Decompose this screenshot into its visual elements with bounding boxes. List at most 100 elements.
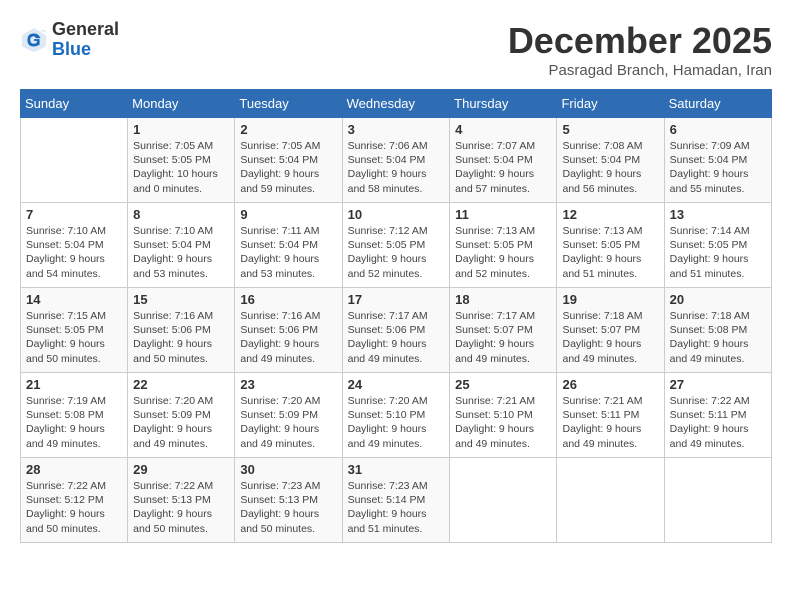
- calendar-cell: 4Sunrise: 7:07 AM Sunset: 5:04 PM Daylig…: [450, 118, 557, 203]
- day-header-sunday: Sunday: [21, 90, 128, 118]
- calendar-cell: [557, 458, 664, 543]
- calendar-cell: 2 Sunrise: 7:05 AM Sunset: 5:04 PM Daylig…: [235, 118, 342, 203]
- day-info: Sunrise: 7:16 AM Sunset: 5:06 PM Dayligh…: [133, 309, 229, 366]
- day-info: Sunrise: 7:20 AM Sunset: 5:10 PM Dayligh…: [348, 394, 445, 451]
- day-info: Sunrise: 7:19 AM Sunset: 5:08 PM Dayligh…: [26, 394, 122, 451]
- day-number: 27: [670, 377, 766, 392]
- page-header: General Blue December 2025 Pasragad Bran…: [20, 20, 772, 79]
- calendar-cell: 26 Sunrise: 7:21 AM Sunset: 5:11 PM Dayli…: [557, 373, 664, 458]
- day-number: 22: [133, 377, 229, 392]
- week-row-3: 14 Sunrise: 7:15 AM Sunset: 5:05 PM Dayli…: [21, 288, 772, 373]
- day-info: Sunrise: 7:10 AM Sunset: 5:04 PM Dayligh…: [26, 224, 122, 281]
- day-info: Sunrise: 7:22 AM Sunset: 5:11 PM Dayligh…: [670, 394, 766, 451]
- day-header-saturday: Saturday: [664, 90, 771, 118]
- calendar-cell: 9 Sunrise: 7:11 AM Sunset: 5:04 PM Daylig…: [235, 203, 342, 288]
- day-info: Sunrise: 7:05 AM Sunset: 5:04 PM Dayligh…: [240, 139, 336, 196]
- day-number: 2: [240, 122, 336, 137]
- day-header-thursday: Thursday: [450, 90, 557, 118]
- day-info: Sunrise: 7:17 AM Sunset: 5:07 PM Dayligh…: [455, 309, 551, 366]
- day-number: 7: [26, 207, 122, 222]
- calendar-cell: 1 Sunrise: 7:05 AM Sunset: 5:05 PM Daylig…: [128, 118, 235, 203]
- week-row-5: 28 Sunrise: 7:22 AM Sunset: 5:12 PM Dayli…: [21, 458, 772, 543]
- day-number: 25: [455, 377, 551, 392]
- day-info: Sunrise: 7:22 AM Sunset: 5:13 PM Dayligh…: [133, 479, 229, 536]
- calendar-cell: 18Sunrise: 7:17 AM Sunset: 5:07 PM Dayli…: [450, 288, 557, 373]
- day-number: 12: [562, 207, 658, 222]
- calendar-cell: 16Sunrise: 7:16 AM Sunset: 5:06 PM Dayli…: [235, 288, 342, 373]
- calendar-cell: 6 Sunrise: 7:09 AM Sunset: 5:04 PM Daylig…: [664, 118, 771, 203]
- day-info: Sunrise: 7:20 AM Sunset: 5:09 PM Dayligh…: [240, 394, 336, 451]
- day-info: Sunrise: 7:22 AM Sunset: 5:12 PM Dayligh…: [26, 479, 122, 536]
- day-info: Sunrise: 7:13 AM Sunset: 5:05 PM Dayligh…: [455, 224, 551, 281]
- day-number: 28: [26, 462, 122, 477]
- calendar-cell: 31Sunrise: 7:23 AM Sunset: 5:14 PM Dayli…: [342, 458, 450, 543]
- location-text: Pasragad Branch, Hamadan, Iran: [508, 62, 772, 79]
- calendar-cell: [450, 458, 557, 543]
- day-number: 14: [26, 292, 122, 307]
- day-info: Sunrise: 7:09 AM Sunset: 5:04 PM Dayligh…: [670, 139, 766, 196]
- week-row-1: 1 Sunrise: 7:05 AM Sunset: 5:05 PM Daylig…: [21, 118, 772, 203]
- calendar-cell: 21 Sunrise: 7:19 AM Sunset: 5:08 PM Dayli…: [21, 373, 128, 458]
- day-header-monday: Monday: [128, 90, 235, 118]
- day-number: 21: [26, 377, 122, 392]
- logo-general-text: General: [52, 19, 119, 39]
- calendar-cell: 19 Sunrise: 7:18 AM Sunset: 5:07 PM Dayli…: [557, 288, 664, 373]
- calendar-cell: 10 Sunrise: 7:12 AM Sunset: 5:05 PM Dayli…: [342, 203, 450, 288]
- week-row-2: 7 Sunrise: 7:10 AM Sunset: 5:04 PM Daylig…: [21, 203, 772, 288]
- day-number: 5: [562, 122, 658, 137]
- calendar-table: SundayMondayTuesdayWednesdayThursdayFrid…: [20, 89, 772, 543]
- day-info: Sunrise: 7:11 AM Sunset: 5:04 PM Dayligh…: [240, 224, 336, 281]
- day-number: 15: [133, 292, 229, 307]
- calendar-cell: 30 Sunrise: 7:23 AM Sunset: 5:13 PM Dayli…: [235, 458, 342, 543]
- day-number: 11: [455, 207, 551, 222]
- calendar-cell: [21, 118, 128, 203]
- calendar-cell: 28 Sunrise: 7:22 AM Sunset: 5:12 PM Dayli…: [21, 458, 128, 543]
- day-number: 26: [562, 377, 658, 392]
- day-info: Sunrise: 7:17 AM Sunset: 5:06 PM Dayligh…: [348, 309, 445, 366]
- day-header-wednesday: Wednesday: [342, 90, 450, 118]
- day-number: 17: [348, 292, 445, 307]
- calendar-cell: 5 Sunrise: 7:08 AM Sunset: 5:04 PM Daylig…: [557, 118, 664, 203]
- day-number: 8: [133, 207, 229, 222]
- calendar-cell: 22 Sunrise: 7:20 AM Sunset: 5:09 PM Dayli…: [128, 373, 235, 458]
- day-info: Sunrise: 7:21 AM Sunset: 5:10 PM Dayligh…: [455, 394, 551, 451]
- day-number: 20: [670, 292, 766, 307]
- calendar-cell: [664, 458, 771, 543]
- logo: General Blue: [20, 20, 119, 60]
- day-info: Sunrise: 7:12 AM Sunset: 5:05 PM Dayligh…: [348, 224, 445, 281]
- day-number: 1: [133, 122, 229, 137]
- day-number: 6: [670, 122, 766, 137]
- week-row-4: 21 Sunrise: 7:19 AM Sunset: 5:08 PM Dayli…: [21, 373, 772, 458]
- day-info: Sunrise: 7:23 AM Sunset: 5:14 PM Dayligh…: [348, 479, 445, 536]
- calendar-cell: 8Sunrise: 7:10 AM Sunset: 5:04 PM Daylig…: [128, 203, 235, 288]
- day-number: 24: [348, 377, 445, 392]
- day-number: 10: [348, 207, 445, 222]
- month-title: December 2025: [508, 20, 772, 62]
- calendar-cell: 23 Sunrise: 7:20 AM Sunset: 5:09 PM Dayli…: [235, 373, 342, 458]
- logo-blue-text: Blue: [52, 39, 91, 59]
- day-number: 23: [240, 377, 336, 392]
- day-info: Sunrise: 7:18 AM Sunset: 5:08 PM Dayligh…: [670, 309, 766, 366]
- day-header-tuesday: Tuesday: [235, 90, 342, 118]
- day-info: Sunrise: 7:05 AM Sunset: 5:05 PM Dayligh…: [133, 139, 229, 196]
- day-info: Sunrise: 7:06 AM Sunset: 5:04 PM Dayligh…: [348, 139, 445, 196]
- calendar-cell: 24 Sunrise: 7:20 AM Sunset: 5:10 PM Dayli…: [342, 373, 450, 458]
- calendar-header-row: SundayMondayTuesdayWednesdayThursdayFrid…: [21, 90, 772, 118]
- day-number: 19: [562, 292, 658, 307]
- day-number: 30: [240, 462, 336, 477]
- calendar-cell: 14 Sunrise: 7:15 AM Sunset: 5:05 PM Dayli…: [21, 288, 128, 373]
- day-info: Sunrise: 7:20 AM Sunset: 5:09 PM Dayligh…: [133, 394, 229, 451]
- day-number: 9: [240, 207, 336, 222]
- logo-icon: [20, 26, 48, 54]
- day-number: 29: [133, 462, 229, 477]
- calendar-cell: 27 Sunrise: 7:22 AM Sunset: 5:11 PM Dayli…: [664, 373, 771, 458]
- day-info: Sunrise: 7:23 AM Sunset: 5:13 PM Dayligh…: [240, 479, 336, 536]
- calendar-cell: 12Sunrise: 7:13 AM Sunset: 5:05 PM Dayli…: [557, 203, 664, 288]
- day-info: Sunrise: 7:18 AM Sunset: 5:07 PM Dayligh…: [562, 309, 658, 366]
- day-number: 16: [240, 292, 336, 307]
- day-info: Sunrise: 7:21 AM Sunset: 5:11 PM Dayligh…: [562, 394, 658, 451]
- calendar-cell: 20 Sunrise: 7:18 AM Sunset: 5:08 PM Dayli…: [664, 288, 771, 373]
- day-info: Sunrise: 7:15 AM Sunset: 5:05 PM Dayligh…: [26, 309, 122, 366]
- day-info: Sunrise: 7:08 AM Sunset: 5:04 PM Dayligh…: [562, 139, 658, 196]
- day-number: 4: [455, 122, 551, 137]
